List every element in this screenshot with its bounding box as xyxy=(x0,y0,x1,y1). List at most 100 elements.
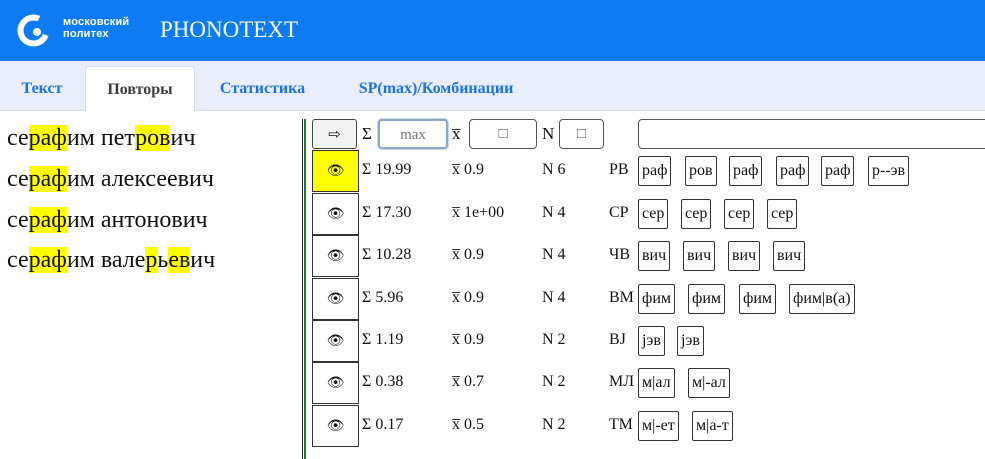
fragment-chip[interactable]: вич xyxy=(773,241,806,271)
mean-cell: x̅ 0.5 xyxy=(452,416,484,433)
count-label: N xyxy=(542,124,555,143)
count-cell: N 2 xyxy=(542,416,566,433)
count-cell: N 4 xyxy=(542,289,566,306)
text-fragment: ь xyxy=(157,247,169,273)
count-cell: N 4 xyxy=(542,246,566,263)
fragment-chip[interactable]: м|ал xyxy=(638,368,675,398)
count-cell: N 6 xyxy=(542,161,566,178)
mean-cell: x̅ 1e+00 xyxy=(452,204,505,221)
fragment-chip[interactable]: фим xyxy=(688,284,726,314)
fragment-chip[interactable]: раф xyxy=(821,156,855,186)
text-line: серафим алексеевич xyxy=(7,164,214,194)
eye-icon[interactable]: 👁 xyxy=(312,362,359,404)
fragment-chip[interactable]: м|-ал xyxy=(688,368,730,398)
fragment-chip[interactable]: сер xyxy=(681,199,712,229)
app-title: PHONOTEXT xyxy=(160,17,298,42)
tab-bar: Текст Повторы Статистика SP(max)/Комбина… xyxy=(0,61,985,112)
highlighted-fragment: раф xyxy=(28,125,67,151)
text-fragment: им антонович xyxy=(66,207,208,233)
app-header: московский политех PHONOTEXT xyxy=(0,0,985,61)
sum-cell: Σ 10.28 xyxy=(362,246,412,263)
mean-cell: x̅ 0.9 xyxy=(452,161,484,178)
code-cell: СР xyxy=(609,204,629,221)
eye-icon[interactable]: 👁 xyxy=(312,150,359,192)
code-cell: ЧВ xyxy=(609,246,631,263)
sigma-max-input[interactable]: max xyxy=(378,119,448,149)
count-cell: N 4 xyxy=(542,204,566,221)
text-fragment: им алексеевич xyxy=(66,166,214,192)
table-row: 👁 Σ 19.99 x̅ 0.9 N 6 РВ раф ров раф раф раф р--эв xyxy=(312,150,985,192)
sum-cell: Σ 0.17 xyxy=(362,416,404,433)
fragment-chip[interactable]: вич xyxy=(638,241,671,271)
fragment-chip[interactable]: jэв xyxy=(638,326,665,356)
apply-filter-button[interactable]: ⇨ xyxy=(312,119,357,149)
count-cell: N 2 xyxy=(542,331,566,348)
fragment-chip[interactable]: сер xyxy=(767,199,798,229)
highlighted-fragment: р xyxy=(145,247,158,273)
table-row: 👁 Σ 0.17 x̅ 0.5 N 2 ТМ м|-ет м|а-т xyxy=(312,405,985,447)
logo-line-2: политех xyxy=(63,28,109,40)
table-row: 👁 Σ 1.19 x̅ 0.9 N 2 BJ jэв jэв xyxy=(312,320,985,362)
eye-icon[interactable]: 👁 xyxy=(312,320,359,362)
sum-cell: Σ 1.19 xyxy=(362,331,404,348)
fragment-chip[interactable]: фим xyxy=(739,284,777,314)
eye-icon[interactable]: 👁 xyxy=(312,405,359,447)
panel-divider xyxy=(302,119,306,459)
fragment-chip[interactable]: ров xyxy=(685,156,717,186)
mean-cell: x̅ 0.7 xyxy=(452,373,484,390)
fragment-chip[interactable]: р--эв xyxy=(868,156,910,186)
text-line: серафим петрович xyxy=(7,123,195,153)
fragment-chip[interactable]: сер xyxy=(638,199,669,229)
code-cell: ВМ xyxy=(609,289,634,306)
highlighted-fragment: ев xyxy=(168,247,191,273)
eye-icon[interactable]: 👁 xyxy=(312,235,359,277)
fragment-chip[interactable]: вич xyxy=(683,241,716,271)
count-cell: N 2 xyxy=(542,373,566,390)
logo-line-1: московский xyxy=(63,16,130,28)
table-row: 👁 Σ 17.30 x̅ 1e+00 N 4 СР сер сер сер сер xyxy=(312,193,985,235)
fragment-chip[interactable]: м|а-т xyxy=(692,411,733,441)
fragment-chip[interactable]: раф xyxy=(729,156,763,186)
highlighted-fragment: раф xyxy=(28,247,67,273)
sum-cell: Σ 5.96 xyxy=(362,289,404,306)
fragment-chip[interactable]: фим xyxy=(638,284,676,314)
text-line: серафим валерьевич xyxy=(7,245,215,275)
polytech-logo-icon xyxy=(17,14,50,47)
code-cell: МЛ xyxy=(609,373,635,390)
fragment-chip[interactable]: фим|в(а) xyxy=(789,284,855,314)
text-line: серафим антонович xyxy=(7,205,208,235)
search-input[interactable] xyxy=(638,119,985,149)
sum-cell: Σ 17.30 xyxy=(362,204,412,221)
tab-sp-combinations[interactable]: SP(max)/Комбинации xyxy=(340,66,532,112)
fragment-chip[interactable]: вич xyxy=(728,241,761,271)
fragment-chip[interactable]: сер xyxy=(724,199,755,229)
text-fragment: се xyxy=(7,125,29,151)
code-cell: ТМ xyxy=(609,416,633,433)
eye-icon[interactable]: 👁 xyxy=(312,278,359,320)
text-fragment: се xyxy=(7,166,29,192)
fragment-chip[interactable]: м|-ет xyxy=(638,411,679,441)
text-fragment: се xyxy=(7,207,29,233)
tab-statistics[interactable]: Статистика xyxy=(205,66,320,112)
text-fragment: ич xyxy=(190,247,216,273)
text-fragment: ич xyxy=(170,125,196,151)
code-cell: РВ xyxy=(609,161,629,178)
highlighted-fragment: раф xyxy=(28,207,67,233)
text-panel: серафим петрович серафим алексеевич серафи… xyxy=(0,112,300,459)
tab-repeats[interactable]: Повторы xyxy=(85,66,195,112)
highlighted-fragment: ров xyxy=(135,125,171,151)
text-fragment: им пет xyxy=(66,125,136,151)
tab-text[interactable]: Текст xyxy=(6,66,78,112)
count-input[interactable]: □ xyxy=(559,119,604,149)
sum-cell: Σ 19.99 xyxy=(362,161,412,178)
code-cell: BJ xyxy=(609,331,626,348)
mean-label: x̅ xyxy=(452,124,461,143)
mean-input[interactable]: □ xyxy=(469,119,537,149)
fragment-chip[interactable]: раф xyxy=(776,156,810,186)
mean-cell: x̅ 0.9 xyxy=(452,289,484,306)
fragment-chip[interactable]: раф xyxy=(638,156,672,186)
text-fragment: се xyxy=(7,247,29,273)
mean-cell: x̅ 0.9 xyxy=(452,331,484,348)
eye-icon[interactable]: 👁 xyxy=(312,193,359,235)
fragment-chip[interactable]: jэв xyxy=(677,326,704,356)
